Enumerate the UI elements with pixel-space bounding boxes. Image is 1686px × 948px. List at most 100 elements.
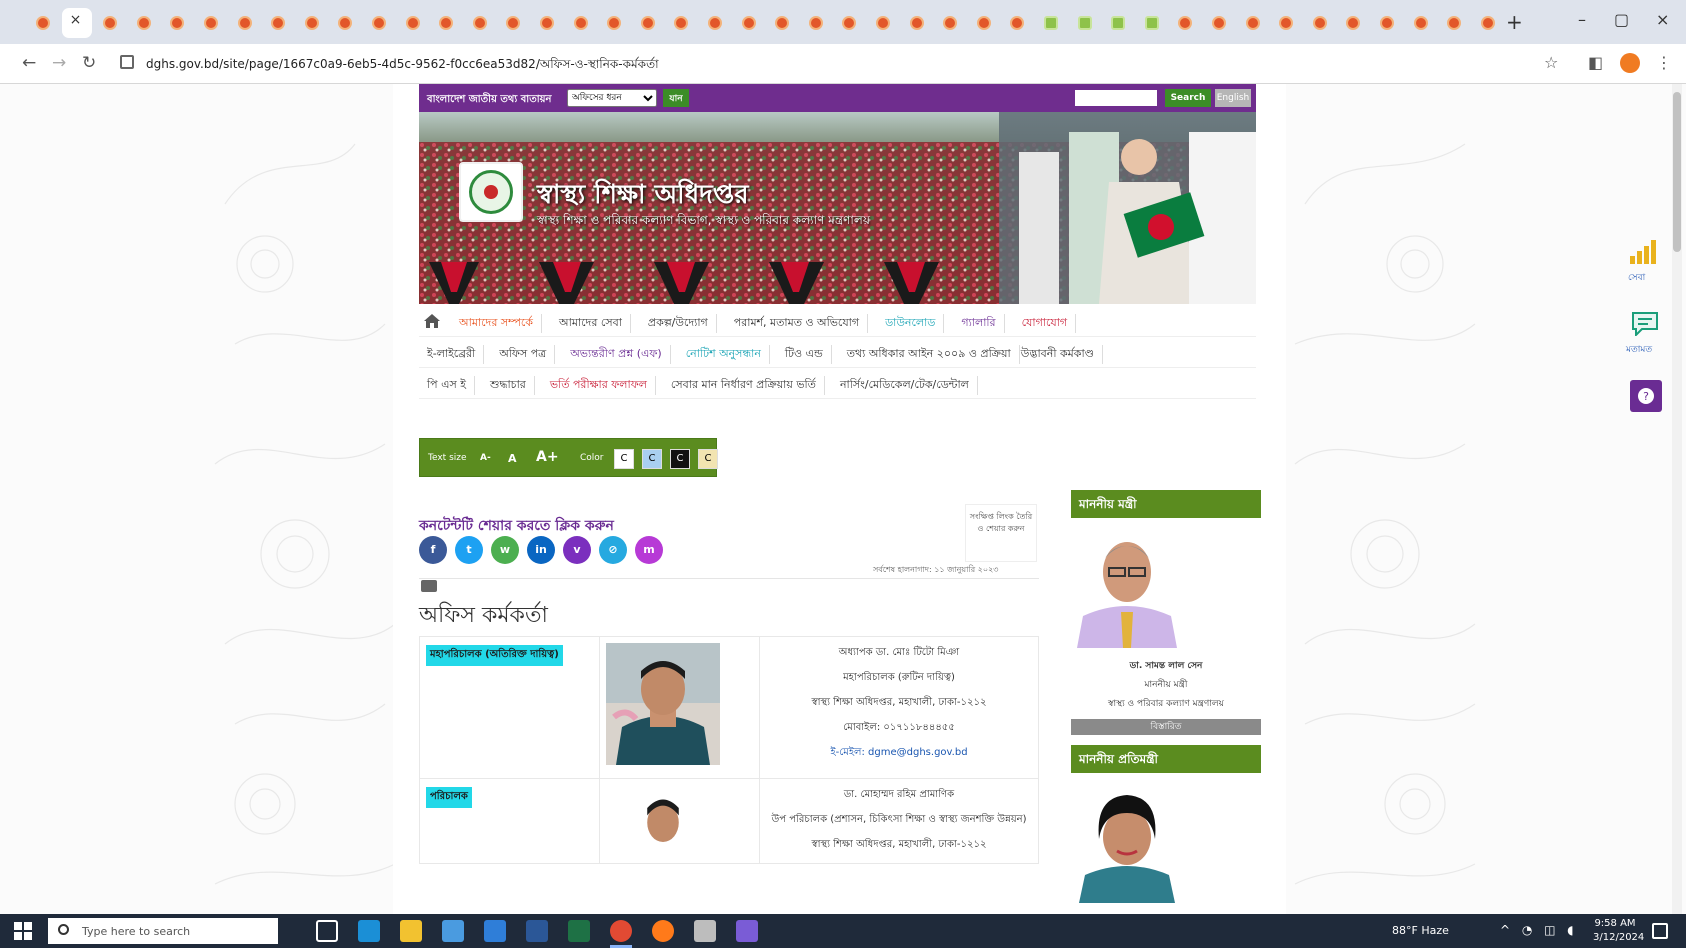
browser-tab[interactable]	[297, 8, 327, 38]
browser-tab[interactable]	[28, 8, 58, 38]
maximize-button[interactable]: ▢	[1614, 10, 1629, 29]
nav-item[interactable]: প্রকল্প/উদ্যোগ	[648, 314, 717, 333]
color-swatch-white[interactable]: C	[614, 449, 634, 469]
new-tab-button[interactable]: +	[1506, 10, 1523, 34]
active-browser-tab[interactable]: ×	[61, 8, 92, 38]
browser-tab[interactable]	[1070, 8, 1100, 38]
clock-time[interactable]: 9:58 AM	[1593, 918, 1637, 929]
clock-date[interactable]: 3/12/2024	[1593, 932, 1644, 943]
printer-icon[interactable]	[421, 580, 437, 592]
linkedin-share-button[interactable]: in	[527, 536, 555, 564]
chat-label[interactable]: মতামত	[1626, 342, 1652, 357]
browser-tab[interactable]	[230, 8, 260, 38]
browser-tab[interactable]	[834, 8, 864, 38]
excel-icon[interactable]	[568, 920, 590, 942]
close-window-button[interactable]: ×	[1656, 10, 1669, 29]
nav-item[interactable]: ই-লাইব্রেরী	[427, 345, 485, 364]
nav-item[interactable]: সেবার মান নির্ধারণ প্রক্রিয়ায় ভর্তি	[671, 376, 825, 395]
browser-tab[interactable]	[1238, 8, 1268, 38]
color-swatch-blue[interactable]: C	[642, 449, 662, 469]
chrome-icon[interactable]	[610, 920, 632, 942]
twitter-share-button[interactable]: t	[455, 536, 483, 564]
font-decrease-button[interactable]: A-	[480, 453, 491, 463]
nav-item[interactable]: নার্সিং/মেডিকেল/টেক/ডেন্টাল	[840, 376, 978, 395]
nav-item[interactable]: নোটিশ অনুসন্ধান	[686, 345, 770, 364]
browser-tab[interactable]	[330, 8, 360, 38]
browser-tab[interactable]	[700, 8, 730, 38]
facebook-share-button[interactable]: f	[419, 536, 447, 564]
browser-tab[interactable]	[1103, 8, 1133, 38]
browser-tab[interactable]	[1406, 8, 1436, 38]
browser-tab[interactable]	[1137, 8, 1167, 38]
nav-item[interactable]: ভর্তি পরীক্ষার ফলাফল	[550, 376, 656, 395]
office-type-select[interactable]: অফিসের ধরন	[567, 89, 657, 107]
nav-item[interactable]: ডাউনলোড	[885, 314, 945, 333]
edge-icon[interactable]	[358, 920, 380, 942]
officer-photo[interactable]	[606, 643, 720, 765]
minimize-button[interactable]: –	[1578, 10, 1586, 29]
profile-avatar[interactable]	[1620, 53, 1640, 73]
url-bar[interactable]: dghs.gov.bd/site/page/1667c0a9-6eb5-4d5c…	[112, 50, 1532, 78]
go-button[interactable]: যান	[663, 89, 689, 107]
browser-tab[interactable]	[1204, 8, 1234, 38]
browser-tab[interactable]	[1305, 8, 1335, 38]
close-tab-icon[interactable]: ×	[70, 12, 82, 28]
officer-email[interactable]: ই-মেইল: dgme@dghs.gov.bd	[760, 740, 1038, 765]
store-icon[interactable]	[442, 920, 464, 942]
color-swatch-dark[interactable]: C	[670, 449, 690, 469]
nav-item[interactable]: অফিস পত্র	[499, 345, 556, 364]
site-search-input[interactable]	[1075, 90, 1157, 106]
font-increase-button[interactable]: A+	[536, 449, 559, 465]
home-icon[interactable]	[423, 313, 441, 329]
browser-tab[interactable]	[263, 8, 293, 38]
browser-tab[interactable]	[801, 8, 831, 38]
link-share-button[interactable]: ⊘	[599, 536, 627, 564]
browser-tab[interactable]	[734, 8, 764, 38]
state-minister-photo[interactable]	[1071, 783, 1183, 903]
minister-photo[interactable]	[1071, 528, 1183, 648]
taskbar-search-placeholder[interactable]: Type here to search	[82, 925, 190, 938]
paint-icon[interactable]	[736, 920, 758, 942]
nav-item[interactable]: তথ্য অধিকার আইন ২০০৯ ও প্রক্রিয়া	[847, 345, 1020, 364]
officer-photo[interactable]	[606, 785, 720, 859]
short-link-button[interactable]: সংক্ষিপ্ত লিংক তৈরি ও শেয়ার করুন	[965, 504, 1037, 562]
nav-item[interactable]: পি এস ই	[427, 376, 475, 395]
browser-tab[interactable]	[162, 8, 192, 38]
nav-item[interactable]: আমাদের সেবা	[559, 314, 631, 333]
browser-tab[interactable]	[364, 8, 394, 38]
stats-label[interactable]: সেবা	[1628, 270, 1645, 285]
messenger-share-button[interactable]: m	[635, 536, 663, 564]
reload-icon[interactable]: ↻	[82, 53, 96, 73]
font-reset-button[interactable]: A	[508, 452, 517, 465]
browser-tab[interactable]	[498, 8, 528, 38]
browser-tab[interactable]	[633, 8, 663, 38]
nav-item[interactable]: টিও এন্ড	[785, 345, 832, 364]
side-panel-icon[interactable]: ◧	[1588, 53, 1603, 72]
windows-start-icon[interactable]	[14, 922, 32, 940]
site-logo[interactable]	[459, 162, 523, 222]
firefox-icon[interactable]	[652, 920, 674, 942]
minister-details-button[interactable]: বিস্তারিত	[1071, 719, 1261, 735]
browser-tab[interactable]	[599, 8, 629, 38]
language-button[interactable]: English	[1215, 89, 1251, 107]
browser-tab[interactable]	[666, 8, 696, 38]
browser-tab[interactable]	[129, 8, 159, 38]
system-tray-icons[interactable]: ^ ◔ ◫ ◖	[1500, 923, 1578, 937]
nav-item[interactable]: যোগাযোগ	[1022, 314, 1077, 333]
forward-icon[interactable]: →	[52, 53, 66, 73]
color-swatch-cream[interactable]: C	[698, 449, 718, 469]
browser-tab[interactable]	[196, 8, 226, 38]
taskbar-search-box[interactable]: Type here to search	[48, 918, 278, 944]
browser-tab[interactable]	[1002, 8, 1032, 38]
search-button[interactable]: Search	[1165, 89, 1211, 107]
nav-item[interactable]: উদ্ভাবনী কর্মকাণ্ড	[1021, 345, 1103, 364]
site-info-icon[interactable]	[120, 55, 134, 69]
nav-item[interactable]: শুদ্ধাচার	[490, 376, 535, 395]
portal-label[interactable]: বাংলাদেশ জাতীয় তথ্য বাতায়ন	[427, 92, 551, 109]
task-view-icon[interactable]	[316, 920, 338, 942]
whatsapp-share-button[interactable]: w	[491, 536, 519, 564]
chat-icon[interactable]	[1630, 310, 1660, 336]
browser-tab[interactable]	[1372, 8, 1402, 38]
weather-widget[interactable]: 88°F Haze	[1392, 924, 1449, 937]
browser-tab[interactable]	[465, 8, 495, 38]
